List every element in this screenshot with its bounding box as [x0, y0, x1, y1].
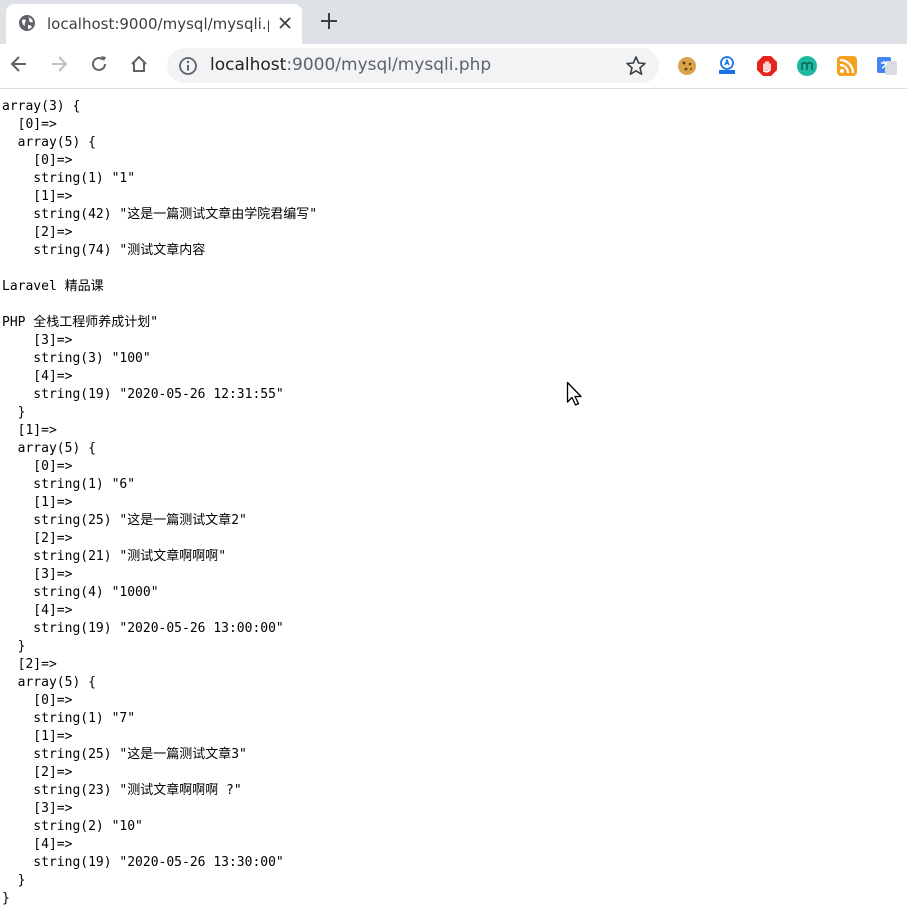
- output-line: PHP 全栈工程师养成计划": [2, 315, 159, 330]
- output-line: [4]=>: [2, 837, 73, 852]
- globe-icon: [19, 15, 35, 31]
- reload-icon[interactable]: [89, 54, 109, 74]
- output-line: [1]=>: [2, 729, 73, 744]
- output-line: [0]=>: [2, 117, 57, 132]
- output-line: string(2) "10": [2, 819, 143, 834]
- output-line: [0]=>: [2, 693, 73, 708]
- output-line: [0]=>: [2, 459, 73, 474]
- output-line: string(1) "6": [2, 477, 136, 492]
- mouse-cursor-icon: [566, 381, 582, 406]
- output-line: string(3) "100": [2, 351, 151, 366]
- php-var-dump-output: array(3) { [0]=> array(5) { [0]=> string…: [2, 98, 317, 908]
- cookie-icon[interactable]: [676, 55, 698, 77]
- home-icon[interactable]: [129, 54, 149, 74]
- output-line: [4]=>: [2, 603, 73, 618]
- output-line: }: [2, 405, 26, 420]
- output-line: array(5) {: [2, 441, 96, 456]
- output-line: [0]=>: [2, 153, 73, 168]
- output-line: string(1) "7": [2, 711, 136, 726]
- output-line: string(74) "测试文章内容: [2, 243, 206, 258]
- output-line: string(19) "2020-05-26 12:31:55": [2, 387, 284, 402]
- output-line: string(25) "这是一篇测试文章2": [2, 513, 247, 528]
- output-line: [3]=>: [2, 333, 73, 348]
- output-line: Laravel 精品课: [2, 279, 104, 294]
- output-line: string(21) "测试文章啊啊啊": [2, 549, 227, 564]
- output-line: [1]=>: [2, 423, 57, 438]
- close-icon[interactable]: [276, 14, 294, 32]
- new-tab-icon[interactable]: [319, 11, 339, 31]
- output-line: string(42) "这是一篇测试文章由学院君编写": [2, 207, 318, 222]
- output-line: }: [2, 639, 26, 654]
- output-line: [4]=>: [2, 369, 73, 384]
- output-line: array(3) {: [2, 99, 81, 114]
- translate-a-icon[interactable]: [716, 55, 738, 77]
- output-line: string(1) "1": [2, 171, 136, 186]
- output-line: [1]=>: [2, 495, 73, 510]
- adblock-hand-icon[interactable]: [756, 55, 778, 77]
- green-m-icon[interactable]: [796, 55, 818, 77]
- output-line: [2]=>: [2, 225, 73, 240]
- output-line: [3]=>: [2, 567, 73, 582]
- output-line: [1]=>: [2, 189, 73, 204]
- url-host: localhost: [210, 55, 287, 75]
- output-line: [2]=>: [2, 765, 73, 780]
- output-line: [2]=>: [2, 657, 57, 672]
- tab-strip: localhost:9000/mysql/mysqli.php: [0, 0, 907, 44]
- output-line: array(5) {: [2, 135, 96, 150]
- url-path: :9000/mysql/mysqli.php: [286, 55, 492, 75]
- address-bar[interactable]: localhost:9000/mysql/mysqli.php: [167, 48, 659, 83]
- url-text[interactable]: localhost:9000/mysql/mysqli.php: [210, 55, 491, 75]
- output-line: string(25) "这是一篇测试文章3": [2, 747, 247, 762]
- output-line: }: [2, 873, 26, 888]
- back-icon[interactable]: [9, 54, 29, 74]
- tab-title: localhost:9000/mysql/mysqli.php: [47, 15, 269, 33]
- output-line: array(5) {: [2, 675, 96, 690]
- output-line: string(19) "2020-05-26 13:00:00": [2, 621, 284, 636]
- output-line: [2]=>: [2, 531, 73, 546]
- output-line: string(23) "测试文章啊啊啊 ?": [2, 783, 242, 798]
- output-line: }: [2, 891, 10, 906]
- output-line: string(19) "2020-05-26 13:30:00": [2, 855, 284, 870]
- google-translate-icon[interactable]: [876, 55, 898, 77]
- info-icon[interactable]: [178, 56, 198, 76]
- output-line: [3]=>: [2, 801, 73, 816]
- forward-icon[interactable]: [49, 54, 69, 74]
- star-icon[interactable]: [625, 55, 647, 77]
- output-line: string(4) "1000": [2, 585, 159, 600]
- active-tab[interactable]: localhost:9000/mysql/mysqli.php: [6, 4, 302, 44]
- rss-icon[interactable]: [836, 55, 858, 77]
